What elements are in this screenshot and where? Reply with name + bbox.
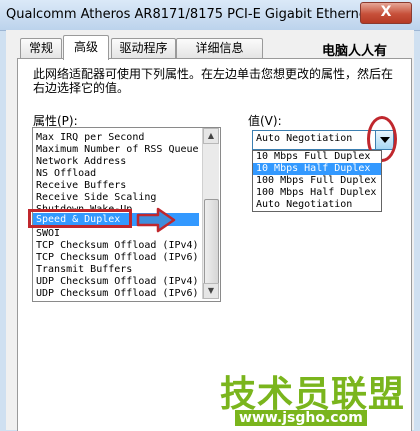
list-item[interactable]: UDP Checksum Offload (IPv4) xyxy=(36,276,199,288)
list-item[interactable]: TCP Checksum Offload (IPv6) xyxy=(36,252,199,264)
list-item[interactable]: TCP Checksum Offload (IPv4) xyxy=(36,240,199,252)
dropdown-option-highlighted[interactable]: 10 Mbps Half Duplex xyxy=(253,163,381,175)
tab-details[interactable]: 详细信息 xyxy=(176,38,263,59)
watermark-url: www.jsgho.com xyxy=(235,410,367,426)
value-label: 值(V): xyxy=(248,114,282,128)
list-item[interactable]: Network Address xyxy=(36,156,126,168)
list-item[interactable]: Maximum Number of RSS Queue xyxy=(36,144,199,156)
list-item[interactable]: Receive Side Scaling xyxy=(36,192,156,204)
close-button[interactable]: X xyxy=(360,2,412,24)
scroll-up-icon[interactable]: ▲ xyxy=(203,128,219,144)
close-icon: X xyxy=(380,4,392,20)
list-item[interactable]: UDP Checksum Offload (IPv6) xyxy=(36,288,199,300)
scroll-down-icon[interactable]: ▼ xyxy=(203,283,219,299)
tab-advanced[interactable]: 高级 xyxy=(63,35,109,60)
scroll-thumb[interactable] xyxy=(204,199,219,287)
dropdown-option[interactable]: 10 Mbps Full Duplex xyxy=(253,151,381,163)
watermark-text: 电脑人人有 xyxy=(322,44,388,59)
window-title: Qualcomm Atheros AR8171/8175 PCI-E Gigab… xyxy=(6,7,398,22)
tab-general[interactable]: 常规 xyxy=(20,38,62,59)
dropdown-options-list[interactable]: 10 Mbps Full Duplex 10 Mbps Half Duplex … xyxy=(252,150,382,212)
dropdown-option[interactable]: Auto Negotiation xyxy=(253,199,381,211)
list-item[interactable]: Receive Buffers xyxy=(36,180,126,192)
dropdown-option[interactable]: 100 Mbps Half Duplex xyxy=(253,187,381,199)
list-item[interactable]: SWOI xyxy=(36,228,60,236)
arrow-right-icon xyxy=(136,207,176,233)
dropdown-option[interactable]: 100 Mbps Full Duplex xyxy=(253,175,381,187)
list-item[interactable]: NS Offload xyxy=(36,168,96,180)
annotation-highlight-box xyxy=(28,209,132,228)
list-item[interactable]: Max IRQ per Second xyxy=(36,132,144,144)
title-bar: Qualcomm Atheros AR8171/8175 PCI-E Gigab… xyxy=(0,0,420,31)
vertical-scrollbar[interactable]: ▲ ▼ xyxy=(202,128,219,299)
list-item[interactable]: Transmit Buffers xyxy=(36,264,132,276)
description-text: 此网络适配器可使用下列属性。在左边单击您想更改的属性，然后在右边选择它的值。 xyxy=(33,67,394,95)
select-current-value: Auto Negotiation xyxy=(256,133,353,144)
tab-driver[interactable]: 驱动程序 xyxy=(111,38,176,59)
